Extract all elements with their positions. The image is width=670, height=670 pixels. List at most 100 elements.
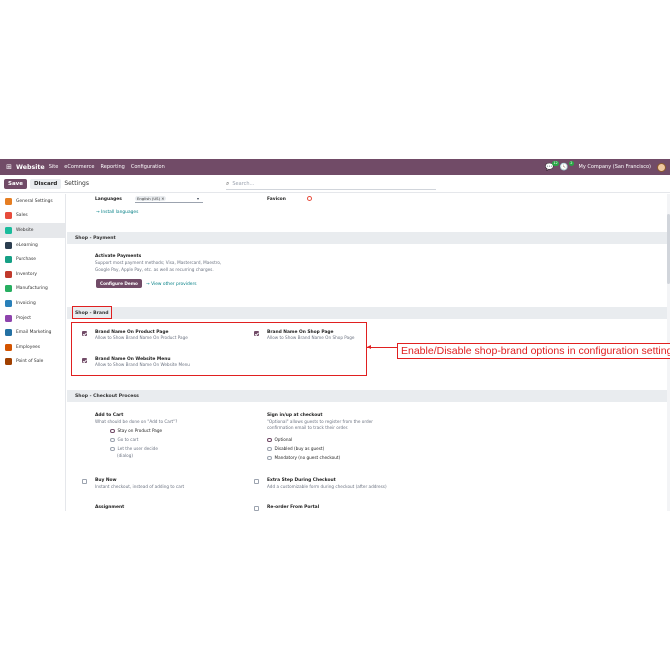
app-icon — [5, 270, 12, 278]
messages-icon[interactable]: 💬 12 — [545, 161, 559, 171]
favicon-label: Favicon — [267, 197, 286, 202]
sidebar-item-purchase[interactable]: Purchase — [0, 252, 65, 267]
sidebar-item-project[interactable]: Project — [0, 311, 65, 326]
radio-mandatory[interactable]: Mandatory (no guest checkout) — [267, 455, 340, 461]
radio-go-cart[interactable]: Go to cart — [110, 437, 138, 443]
apps-menu-icon[interactable]: ⊞ — [2, 159, 16, 175]
sidebar-item-label: Website — [16, 227, 34, 233]
sidebar-item-inventory[interactable]: Inventory — [0, 267, 65, 282]
sidebar-item-label: Point of Sale — [16, 359, 44, 365]
activate-payments-title: Activate Payments — [95, 254, 142, 259]
app-icon — [5, 241, 12, 249]
sidebar-item-invoicing[interactable]: Invoicing — [0, 296, 65, 311]
save-button[interactable]: Save — [4, 178, 27, 189]
app-icon — [5, 197, 12, 205]
avatar[interactable] — [657, 162, 666, 172]
sidebar-item-label: Purchase — [16, 257, 36, 263]
section-shop-brand: Shop - Brand — [67, 307, 670, 319]
sidebar-item-label: Sales — [16, 213, 28, 219]
menu-ecommerce[interactable]: eCommerce — [64, 164, 94, 170]
sidebar-item-label: Manufacturing — [16, 286, 48, 292]
reorder-title: Re-order From Portal — [267, 505, 320, 510]
buy-now-desc: Instant checkout, instead of adding to c… — [95, 484, 185, 489]
add-to-cart-title: Add to Cart — [95, 413, 124, 418]
radio-indicator[interactable] — [110, 428, 115, 434]
discard-button[interactable]: Discard — [30, 178, 62, 189]
languages-label: Languages — [95, 197, 122, 202]
sidebar-item-elearning[interactable]: eLearning — [0, 238, 65, 253]
control-panel: Save Discard Settings ⌕ Search... — [0, 175, 670, 193]
language-tag[interactable]: English (US) ✕ — [135, 196, 167, 201]
app-icon — [5, 358, 12, 366]
app-icon — [5, 329, 12, 337]
radio-user-decide-label: Let the user decide — [117, 446, 158, 451]
section-shop-payment: Shop - Payment — [67, 232, 670, 244]
radio-indicator[interactable] — [267, 455, 272, 461]
annotation-arrow — [367, 345, 397, 349]
radio-go-cart-label: Go to cart — [117, 437, 139, 442]
radio-optional-label: Optional — [274, 437, 293, 442]
page-title: Settings — [64, 180, 89, 187]
menu-configuration[interactable]: Configuration — [131, 164, 165, 170]
app-icon — [5, 343, 12, 351]
sign-in-title: Sign in/up at checkout — [267, 413, 323, 418]
menu-reporting[interactable]: Reporting — [101, 164, 125, 170]
screenshot: ⊞ Website Site eCommerce Reporting Confi… — [0, 159, 670, 511]
sidebar-item-label: Email Marketing — [16, 330, 52, 336]
top-navbar: ⊞ Website Site eCommerce Reporting Confi… — [0, 159, 670, 175]
radio-disabled[interactable]: Disabled (buy as guest) — [267, 446, 324, 452]
configure-demo-button[interactable]: Configure Demo — [96, 279, 142, 288]
activity-badge: 2 — [569, 161, 574, 166]
languages-field[interactable]: English (US) ✕ ▾ — [135, 196, 203, 203]
company-switcher[interactable]: My Company (San Francisco) — [579, 164, 652, 170]
radio-indicator[interactable] — [267, 446, 272, 452]
sidebar-item-sales[interactable]: Sales — [0, 209, 65, 224]
radio-disabled-label: Disabled (buy as guest) — [274, 446, 325, 451]
highlight-brand-header — [72, 306, 112, 319]
radio-stay-product[interactable]: Stay on Product Page — [110, 428, 162, 434]
radio-indicator[interactable] — [110, 437, 115, 443]
radio-optional[interactable]: Optional — [267, 437, 292, 443]
view-other-providers-link[interactable]: → View other providers — [146, 282, 197, 287]
favicon-image[interactable] — [307, 196, 312, 201]
language-tag-text: English (US) — [137, 196, 161, 201]
activity-icon[interactable]: 🕓 2 — [560, 161, 574, 171]
activate-payments-desc2: Google Pay, Apple Pay, etc. as well as r… — [95, 267, 214, 272]
app-icon — [5, 299, 12, 307]
sign-in-desc2: confirmation email to track their order. — [267, 425, 349, 430]
assignment-title: Assignment — [95, 505, 125, 510]
radio-indicator[interactable] — [110, 446, 115, 452]
radio-indicator[interactable] — [267, 437, 272, 443]
install-languages-link[interactable]: → Install languages — [96, 210, 138, 215]
app-icon — [5, 314, 12, 322]
sidebar-item-point-of-sale[interactable]: Point of Sale — [0, 355, 65, 370]
sidebar-item-label: Employees — [16, 344, 41, 350]
sidebar-item-employees[interactable]: Employees — [0, 340, 65, 355]
sidebar-item-label: Inventory — [16, 271, 37, 277]
chevron-down-icon[interactable]: ▾ — [197, 196, 199, 201]
sidebar-item-email-marketing[interactable]: Email Marketing — [0, 325, 65, 340]
app-icon — [5, 256, 12, 264]
radio-user-decide[interactable]: Let the user decide — [110, 446, 158, 452]
annotation-callout: Enable/Disable shop-brand options in con… — [397, 343, 670, 359]
app-name[interactable]: Website — [16, 164, 45, 171]
sidebar-item-manufacturing[interactable]: Manufacturing — [0, 282, 65, 297]
sidebar-item-label: Project — [16, 315, 32, 321]
activate-payments-desc1: Support most payment methods; Visa, Mast… — [95, 260, 222, 265]
reorder-checkbox[interactable] — [254, 506, 259, 511]
menu-site[interactable]: Site — [49, 164, 59, 170]
extra-step-desc: Add a customizable form during checkout … — [267, 484, 387, 489]
search-input[interactable]: ⌕ Search... — [226, 178, 436, 190]
sidebar-item-website[interactable]: Website — [0, 223, 65, 238]
radio-mandatory-label: Mandatory (no guest checkout) — [274, 455, 341, 460]
settings-sidebar: General Settings Sales Website eLearning Pur… — [0, 194, 66, 511]
sidebar-item-general-settings[interactable]: General Settings — [0, 194, 65, 209]
search-placeholder: Search... — [232, 180, 255, 187]
section-checkout: Shop - Checkout Process — [67, 390, 670, 402]
app-icon — [5, 212, 12, 220]
highlight-brand-options — [71, 322, 367, 376]
extra-step-checkbox[interactable] — [254, 479, 259, 484]
search-icon: ⌕ — [226, 179, 230, 187]
buy-now-checkbox[interactable] — [82, 479, 87, 484]
sidebar-item-label: General Settings — [16, 198, 53, 204]
